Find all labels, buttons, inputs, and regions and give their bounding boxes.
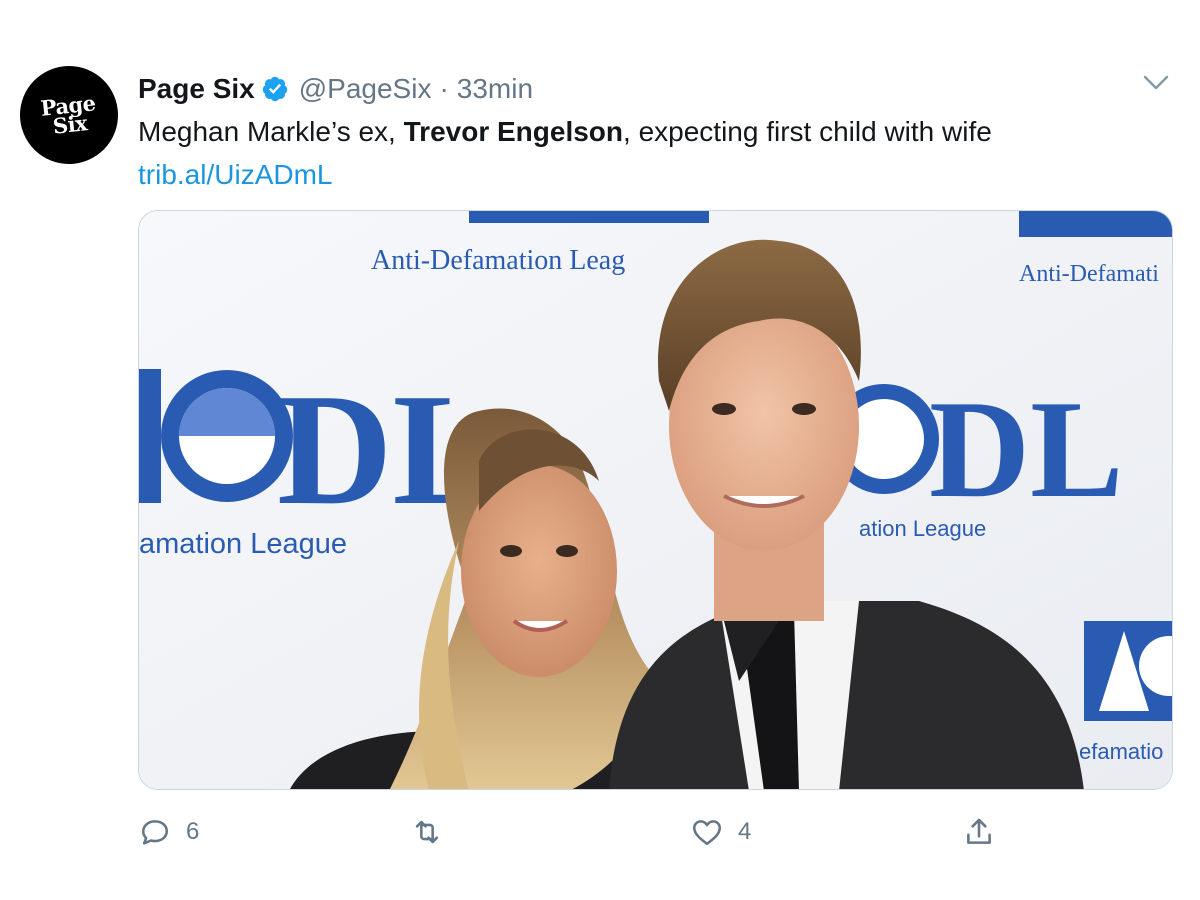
tweet-text-start: Meghan Markle’s ex,	[138, 116, 404, 147]
tweet-header: Page Six @PageSix · 33min	[138, 70, 533, 108]
share-button[interactable]	[962, 812, 996, 852]
adl-logo-bottom-right	[1084, 621, 1172, 721]
avatar[interactable]: Page Six	[15, 61, 123, 169]
share-icon	[967, 818, 991, 844]
tweet-text: Meghan Markle’s ex, Trevor Engelson, exp…	[138, 113, 1178, 151]
user-handle[interactable]: @PageSix	[299, 73, 432, 105]
reply-icon	[141, 820, 169, 845]
like-icon	[692, 820, 722, 846]
tweet-text-bold-name: Trevor Engelson	[403, 116, 624, 147]
display-name[interactable]: Page Six	[138, 73, 255, 105]
like-button[interactable]: 4	[690, 812, 751, 852]
tweet-text-end: , expecting first child with wife	[623, 116, 992, 147]
backdrop-caption-right: ation League	[859, 516, 986, 541]
tweet: Page Six Page Six @PageSix · 33min Megha…	[0, 0, 1200, 900]
avatar-text-line2: Six	[51, 110, 89, 139]
retweet-icon	[415, 820, 439, 844]
backdrop-text-top-right: Anti-Defamati	[1019, 261, 1159, 287]
timestamp[interactable]: 33min	[457, 73, 533, 105]
retweet-button[interactable]	[410, 812, 458, 852]
tweet-link[interactable]: trib.al/UizADmL	[138, 156, 332, 194]
header-separator: ·	[439, 73, 449, 104]
reply-button[interactable]: 6	[138, 812, 199, 852]
adl-logo-right-letters: DL	[929, 372, 1123, 527]
photo-illustration: Anti-Defamation Leag Anti-Defamati DL am…	[139, 211, 1172, 789]
tweet-actions: 6 4	[138, 812, 1178, 852]
backdrop-text-top-center: Anti-Defamation Leag	[371, 245, 625, 276]
backdrop-caption-bottom-right: efamatio	[1079, 739, 1163, 764]
backdrop-caption-left: amation League	[139, 528, 347, 560]
chevron-down-icon[interactable]	[1142, 72, 1170, 94]
tweet-media-photo[interactable]: Anti-Defamation Leag Anti-Defamati DL am…	[138, 210, 1173, 790]
verified-badge-icon	[262, 76, 287, 102]
like-count: 4	[738, 818, 752, 845]
reply-count: 6	[186, 818, 200, 845]
